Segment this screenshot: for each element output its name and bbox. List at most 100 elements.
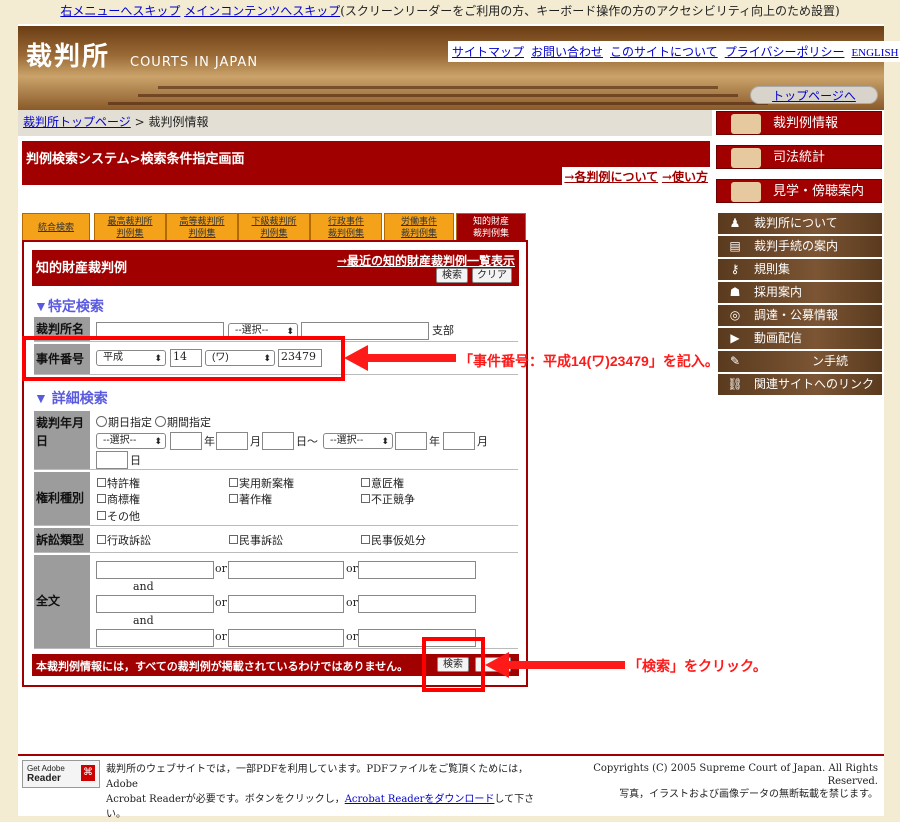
date-from-day-input[interactable] xyxy=(262,432,294,450)
date-label: 裁判年月日 xyxy=(34,411,90,469)
date-from-month-input[interactable] xyxy=(216,432,248,450)
key-icon: ⚷ xyxy=(730,262,740,276)
year-unit: 年 xyxy=(429,435,440,448)
fulltext-input-3b[interactable] xyxy=(228,629,344,647)
header-links: サイトマップ お問い合わせ このサイトについて プライバシーポリシー ENGLISH xyxy=(448,41,900,62)
copyright: Copyrights (C) 2005 Supreme Court of Jap… xyxy=(593,763,878,800)
specific-search-heading: ▼特定検索 xyxy=(34,298,104,314)
title-links: →各判例について →使い方 xyxy=(562,167,710,186)
about-precedents-link[interactable]: →各判例について xyxy=(564,170,658,184)
sidebar-item-precedents[interactable]: 裁判例情報 xyxy=(716,111,882,135)
tab-integrated-search[interactable]: 統合検索 xyxy=(22,213,90,241)
download-reader-link[interactable]: Acrobat Readerをダウンロード xyxy=(345,794,495,805)
sidebar-item-about-courts[interactable]: ♟ 裁判所について xyxy=(718,213,882,234)
fulltext-input-3a[interactable] xyxy=(96,629,214,647)
coverage-note: 本裁判例情報には，すべての裁判例が掲載されているわけではありません。 xyxy=(36,660,409,673)
administrative-suit-label: 行政訴訟 xyxy=(107,534,151,547)
date-to-day-input[interactable] xyxy=(96,451,128,469)
top-search-button[interactable]: 検索 xyxy=(436,268,468,283)
panel-title: 知的財産裁判例 xyxy=(36,261,128,276)
other-label: その他 xyxy=(107,510,140,523)
top-page-button[interactable]: トップページへ xyxy=(750,86,878,104)
provisional-disposition-label: 民事仮処分 xyxy=(371,534,426,547)
sidebar-item-statistics[interactable]: 司法統計 xyxy=(716,145,882,169)
date-from-year-input[interactable] xyxy=(170,432,202,450)
clear-button[interactable]: クリア xyxy=(472,268,512,283)
unfair-competition-checkbox[interactable] xyxy=(361,494,370,503)
annotation-click-search: 「検索」をクリック。 xyxy=(628,658,767,674)
footer-pdf-note: 裁判所のウェブサイトでは，一部PDFを利用しています。PDFファイルをご覧頂くた… xyxy=(106,764,535,820)
fulltext-input-2b[interactable] xyxy=(228,595,344,613)
employee-icon: ☗ xyxy=(729,285,741,299)
administrative-suit-checkbox[interactable] xyxy=(97,535,106,544)
sidebar-item-procurement[interactable]: ◎ 調達・公募情報 xyxy=(718,305,882,326)
sidebar-item-online-procedures[interactable]: ✎ ン手続 xyxy=(718,351,882,372)
copyright-label: 著作権 xyxy=(239,493,272,506)
range-separator: 日〜 xyxy=(296,435,318,448)
copyright-checkbox[interactable] xyxy=(229,494,238,503)
skip-main-content-link[interactable]: メインコンテンツへスキップ xyxy=(184,4,340,18)
how-to-use-link[interactable]: →使い方 xyxy=(662,170,708,184)
sitemap-link[interactable]: サイトマップ xyxy=(452,45,524,59)
tab-intellectual-property[interactable]: 知的財産 裁判例集 xyxy=(456,213,526,242)
rights-label: 権利種別 xyxy=(34,472,90,525)
tab-labor[interactable]: 労働事件 裁判例集 xyxy=(384,213,454,241)
utility-model-checkbox[interactable] xyxy=(229,478,238,487)
date-to-era-select[interactable]: --選択-- xyxy=(323,433,393,449)
skip-links: 右メニューへスキップ メインコンテンツへスキップ(スクリーンリーダーをご利用の方… xyxy=(0,0,900,24)
design-checkbox[interactable] xyxy=(361,478,370,487)
branch-label: 支部 xyxy=(432,324,454,337)
fulltext-label: 全文 xyxy=(34,555,90,648)
annotation-case-number: 「事件番号：平成14(ワ)23479」を記入。 xyxy=(459,353,719,369)
skip-right-menu-link[interactable]: 右メニューへスキップ xyxy=(60,4,180,18)
english-link[interactable]: ENGLISH xyxy=(851,47,898,59)
utility-model-label: 実用新案権 xyxy=(239,477,294,490)
trademark-checkbox[interactable] xyxy=(97,494,106,503)
recent-ip-list-link[interactable]: →最近の知的財産裁判例一覧表示 xyxy=(337,252,515,269)
date-from-era-select[interactable]: --選択-- xyxy=(96,433,166,449)
sidebar-item-related-links[interactable]: ⛓ 関連サイトへのリンク xyxy=(718,374,882,395)
sidebar-item-tours[interactable]: 見学・傍聴案内 xyxy=(716,179,882,203)
acrobat-icon: ⌘ xyxy=(81,765,95,781)
site-logo[interactable]: 裁判所 xyxy=(26,36,110,73)
fulltext-input-1b[interactable] xyxy=(228,561,344,579)
arrow-left-icon xyxy=(485,652,625,678)
or-label: or xyxy=(215,562,227,575)
date-to-month-input[interactable] xyxy=(443,432,475,450)
tab-supreme-court[interactable]: 最高裁判所 判例集 xyxy=(94,213,166,241)
sidebar-item-recruitment[interactable]: ☗ 採用案内 xyxy=(718,282,882,303)
arrow-left-icon xyxy=(344,345,456,371)
other-checkbox[interactable] xyxy=(97,511,106,520)
fulltext-input-2a[interactable] xyxy=(96,595,214,613)
civil-suit-label: 民事訴訟 xyxy=(239,534,283,547)
patent-checkbox[interactable] xyxy=(97,478,106,487)
tab-administrative[interactable]: 行政事件 裁判例集 xyxy=(310,213,382,241)
provisional-disposition-checkbox[interactable] xyxy=(361,535,370,544)
privacy-link[interactable]: プライバシーポリシー xyxy=(725,45,845,59)
site-logo-english: COURTS IN JAPAN xyxy=(130,55,259,70)
sidebar-item-videos[interactable]: ▶ 動画配信 xyxy=(718,328,882,349)
sidebar-item-procedures[interactable]: ▤ 裁判手続の案内 xyxy=(718,236,882,257)
fulltext-input-2c[interactable] xyxy=(358,595,476,613)
tab-high-court[interactable]: 高等裁判所 判例集 xyxy=(166,213,238,241)
month-unit: 月 xyxy=(250,435,261,448)
detailed-search-heading: ▼ 詳細検索 xyxy=(34,390,108,406)
about-site-link[interactable]: このサイトについて xyxy=(610,45,718,59)
highlight-search-button xyxy=(422,637,485,692)
breadcrumb: 裁判所トップページ > 裁判例情報 xyxy=(18,110,712,136)
design-label: 意匠権 xyxy=(371,477,404,490)
date-to-year-input[interactable] xyxy=(395,432,427,450)
date-range-radio[interactable] xyxy=(155,416,166,427)
play-icon: ▶ xyxy=(730,331,740,345)
sidebar-item-rules[interactable]: ⚷ 規則集 xyxy=(718,259,882,280)
right-sidebar xyxy=(712,110,884,750)
breadcrumb-home-link[interactable]: 裁判所トップページ xyxy=(23,115,131,129)
fulltext-input-1c[interactable] xyxy=(358,561,476,579)
fulltext-input-1a[interactable] xyxy=(96,561,214,579)
year-unit: 年 xyxy=(204,435,215,448)
tab-lower-court[interactable]: 下級裁判所 判例集 xyxy=(238,213,310,241)
date-exact-radio[interactable] xyxy=(96,416,107,427)
contact-link[interactable]: お問い合わせ xyxy=(531,45,603,59)
adobe-reader-badge[interactable]: Get Adobe Reader ⌘ xyxy=(22,760,100,788)
civil-suit-checkbox[interactable] xyxy=(229,535,238,544)
